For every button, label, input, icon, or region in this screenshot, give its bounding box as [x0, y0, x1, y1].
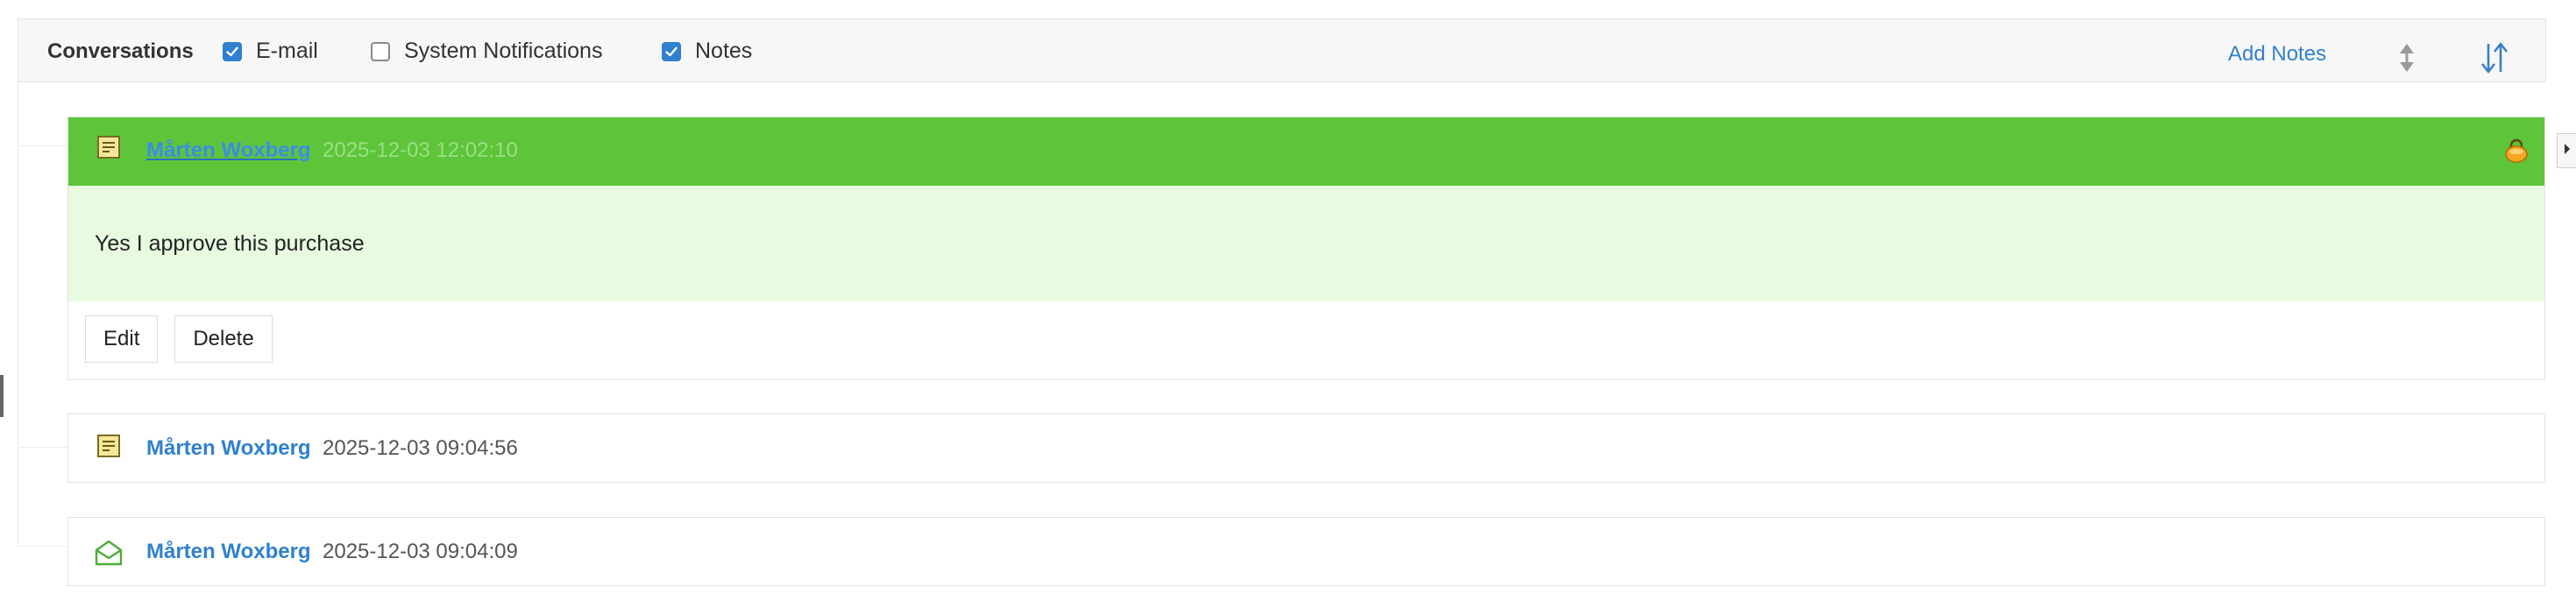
author-link[interactable]: Mårten Woxberg: [146, 138, 311, 163]
filter-email[interactable]: E-mail: [223, 19, 318, 83]
filter-notes[interactable]: Notes: [662, 19, 752, 83]
note-text: Yes I approve this purchase: [95, 231, 365, 256]
thread-connector: [18, 145, 68, 146]
filter-system-notifications[interactable]: System Notifications: [371, 19, 602, 83]
conversations-toolbar: Conversations E-mail System Notification…: [18, 18, 2546, 82]
thread-connector: [18, 546, 68, 547]
conversations-title: Conversations: [47, 39, 194, 63]
side-panel-toggle[interactable]: [2557, 133, 2576, 168]
email-open-icon: [95, 539, 123, 567]
caret-right-icon: [2563, 143, 2572, 159]
author-link[interactable]: Mårten Woxberg: [146, 436, 311, 461]
sort-order-icon[interactable]: [2478, 39, 2513, 77]
conversation-item-header[interactable]: Mårten Woxberg 2025-12-03 12:02:10: [68, 117, 2544, 186]
thread-connector: [18, 447, 68, 448]
sort-up-down-icon[interactable]: [2394, 40, 2420, 75]
scroll-marker[interactable]: [0, 375, 4, 417]
email-checkbox[interactable]: [223, 41, 242, 61]
timestamp: 2025-12-03 09:04:56: [323, 436, 518, 460]
notes-checkbox[interactable]: [662, 41, 681, 61]
filter-email-label: E-mail: [256, 39, 318, 63]
timestamp: 2025-12-03 12:02:10: [323, 138, 518, 162]
add-notes-link[interactable]: Add Notes: [2228, 19, 2326, 89]
delete-button[interactable]: Delete: [174, 315, 273, 363]
conversation-item[interactable]: Mårten Woxberg 2025-12-03 09:04:56: [67, 414, 2545, 483]
note-icon: [96, 135, 121, 159]
edit-button[interactable]: Edit: [85, 315, 158, 363]
author-link[interactable]: Mårten Woxberg: [146, 540, 311, 564]
filter-system-notifications-label: System Notifications: [404, 39, 603, 63]
timestamp: 2025-12-03 09:04:09: [323, 540, 518, 563]
system-notifications-checkbox[interactable]: [371, 41, 390, 61]
note-icon: [96, 434, 121, 458]
conversation-item[interactable]: Mårten Woxberg 2025-12-03 09:04:09: [67, 517, 2545, 586]
note-body: Yes I approve this purchase: [68, 186, 2544, 301]
lock-icon[interactable]: [2502, 137, 2530, 165]
filter-notes-label: Notes: [695, 39, 753, 63]
conversation-item-expanded: Mårten Woxberg 2025-12-03 12:02:10 Yes I…: [67, 117, 2545, 380]
